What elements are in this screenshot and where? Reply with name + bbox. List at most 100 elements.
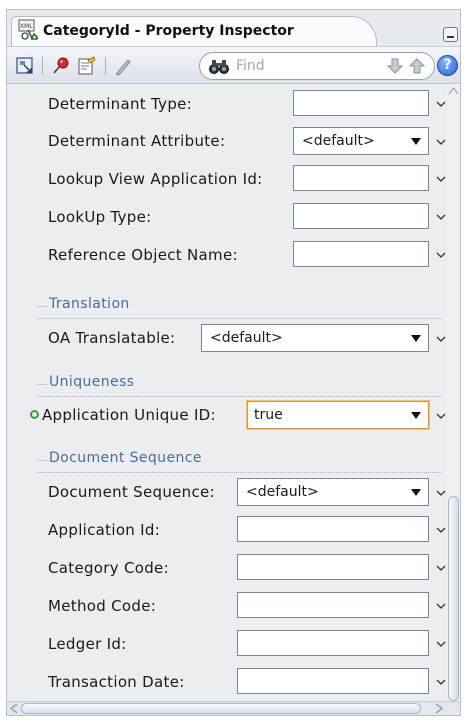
minimize-button[interactable] xyxy=(443,27,458,42)
property-label: Determinant Type: xyxy=(48,95,193,113)
chevron-down-icon[interactable] xyxy=(435,638,447,650)
property-label: Application Id: xyxy=(48,521,161,539)
pencil-icon[interactable] xyxy=(113,56,133,76)
property-label: LookUp Type: xyxy=(48,208,152,226)
property-row-determinant-type: Determinant Type: xyxy=(7,86,447,122)
section-uniqueness: Uniqueness xyxy=(37,374,445,397)
xml-attribute-icon: XML xyxy=(18,19,38,40)
document-sequence-select[interactable]: <default> xyxy=(237,478,429,506)
ledger-id-field[interactable] xyxy=(237,630,429,656)
section-translation: Translation xyxy=(37,296,445,319)
section-title: Translation xyxy=(49,296,136,312)
property-row-oa-translatable: OA Translatable: <default> xyxy=(7,320,447,356)
chevron-down-icon[interactable] xyxy=(435,600,447,612)
scroll-left-icon[interactable] xyxy=(9,703,19,714)
section-divider xyxy=(37,384,47,385)
property-label: Reference Object Name: xyxy=(48,246,238,264)
section-title: Uniqueness xyxy=(49,374,141,390)
property-label: Method Code: xyxy=(48,597,157,615)
property-row-document-sequence: Document Sequence: <default> xyxy=(7,474,447,510)
property-row-method-code: Method Code: xyxy=(7,588,447,624)
application-id-field[interactable] xyxy=(237,516,429,542)
property-label: Document Sequence: xyxy=(48,483,215,501)
chevron-down-icon[interactable] xyxy=(435,487,447,499)
property-label: Application Unique ID: xyxy=(42,406,216,424)
select-value: <default> xyxy=(246,484,319,500)
lookup-type-field[interactable] xyxy=(293,203,429,229)
property-label: Category Code: xyxy=(48,559,169,577)
vertical-scrollbar[interactable] xyxy=(447,84,460,704)
property-row-application-unique-id: Application Unique ID: true xyxy=(7,397,447,433)
property-row-transaction-date: Transaction Date: xyxy=(7,664,447,700)
property-row-application-id: Application Id: xyxy=(7,512,447,548)
property-label: Lookup View Application Id: xyxy=(48,170,263,188)
property-row-determinant-attribute: Determinant Attribute: <default> xyxy=(7,123,447,159)
reference-object-name-field[interactable] xyxy=(293,241,429,267)
chevron-down-icon[interactable] xyxy=(435,562,447,574)
svg-text:XML: XML xyxy=(20,23,33,30)
section-title: Document Sequence xyxy=(49,450,208,466)
select-value: true xyxy=(254,407,283,423)
arrow-up-icon[interactable] xyxy=(408,57,426,75)
method-code-field[interactable] xyxy=(237,592,429,618)
dropdown-arrow-icon xyxy=(411,489,421,496)
inspector-tab[interactable]: XML CategoryId - Property Inspector xyxy=(11,16,377,46)
determinant-type-field[interactable] xyxy=(293,90,429,116)
vertical-scroll-thumb[interactable] xyxy=(448,496,459,701)
pin-icon[interactable] xyxy=(51,56,71,76)
binoculars-icon[interactable] xyxy=(208,57,230,75)
section-divider xyxy=(37,472,441,473)
section-document-sequence: Document Sequence xyxy=(37,450,445,473)
property-inspector-window: XML CategoryId - Property Inspector Find… xyxy=(6,9,461,716)
chevron-down-icon[interactable] xyxy=(435,98,447,110)
property-label: OA Translatable: xyxy=(48,329,176,347)
chevron-down-icon[interactable] xyxy=(435,333,447,345)
application-unique-id-select[interactable]: true xyxy=(247,401,429,429)
find-box xyxy=(199,52,435,80)
transaction-date-field[interactable] xyxy=(237,668,429,694)
scroll-up-icon[interactable] xyxy=(448,86,459,96)
select-value: <default> xyxy=(210,330,283,346)
chevron-down-icon[interactable] xyxy=(435,173,447,185)
select-value: <default> xyxy=(302,133,375,149)
horizontal-scroll-thumb[interactable] xyxy=(21,703,421,714)
dropdown-arrow-icon xyxy=(411,335,421,342)
window-title: CategoryId - Property Inspector xyxy=(43,23,294,39)
section-divider xyxy=(37,306,47,307)
property-label: Transaction Date: xyxy=(48,673,185,691)
property-list: Determinant Type: Determinant Attribute:… xyxy=(7,84,460,704)
property-row-lookup-type: LookUp Type: xyxy=(7,199,447,235)
arrow-down-icon[interactable] xyxy=(386,57,404,75)
category-code-field[interactable] xyxy=(237,554,429,580)
toolbar: ? xyxy=(7,46,460,84)
property-row-category-code: Category Code: xyxy=(7,550,447,586)
determinant-attribute-select[interactable]: <default> xyxy=(293,127,429,155)
oa-translatable-select[interactable]: <default> xyxy=(201,324,429,352)
property-label: Ledger Id: xyxy=(48,635,127,653)
property-row-lookup-view-application-id: Lookup View Application Id: xyxy=(7,161,447,197)
find-input[interactable] xyxy=(236,56,346,76)
dropdown-arrow-icon xyxy=(411,412,421,419)
scroll-right-icon[interactable] xyxy=(434,703,444,714)
lookup-view-application-id-field[interactable] xyxy=(293,165,429,191)
chevron-down-icon[interactable] xyxy=(435,211,447,223)
chevron-down-icon[interactable] xyxy=(435,524,447,536)
toolbar-separator xyxy=(42,57,43,75)
chevron-down-icon[interactable] xyxy=(435,676,447,688)
section-divider xyxy=(37,318,441,319)
property-row-reference-object-name: Reference Object Name: xyxy=(7,237,447,273)
chevron-down-icon[interactable] xyxy=(435,136,447,148)
toolbar-separator xyxy=(105,57,106,75)
horizontal-scrollbar[interactable] xyxy=(7,701,460,715)
dropdown-arrow-icon xyxy=(411,138,421,145)
modified-indicator-icon xyxy=(30,410,39,419)
property-label: Determinant Attribute: xyxy=(48,132,226,150)
select-node-icon[interactable] xyxy=(15,56,35,76)
help-icon[interactable]: ? xyxy=(437,55,458,76)
edit-properties-icon[interactable] xyxy=(77,56,97,76)
chevron-down-icon[interactable] xyxy=(435,249,447,261)
title-bar: XML CategoryId - Property Inspector xyxy=(7,10,460,46)
section-divider xyxy=(37,460,47,461)
chevron-down-icon[interactable] xyxy=(435,410,447,422)
property-row-ledger-id: Ledger Id: xyxy=(7,626,447,662)
